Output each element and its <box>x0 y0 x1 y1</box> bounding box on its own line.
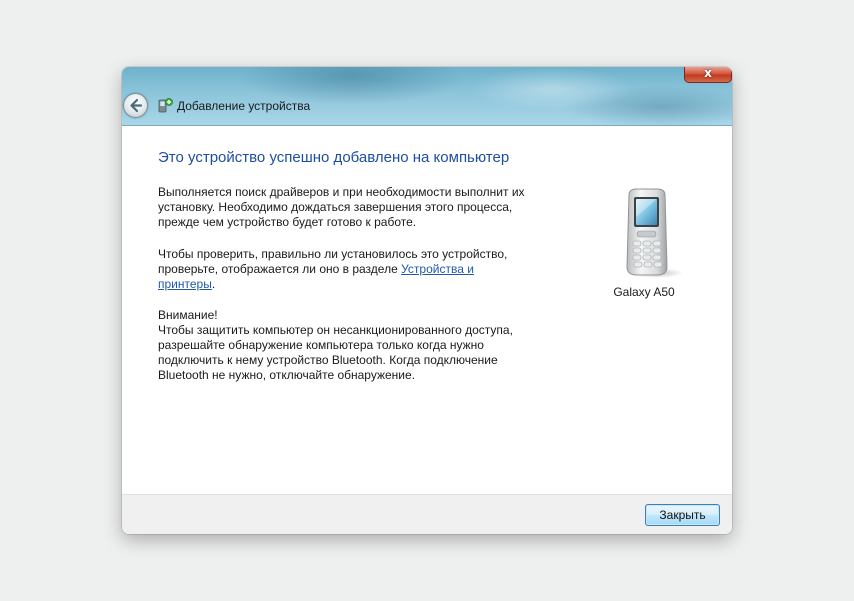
mobile-phone-icon <box>626 188 683 278</box>
paragraph-line: проверьте, отображается ли оно в разделе… <box>158 262 538 277</box>
paragraph-line: принтеры. <box>158 277 538 292</box>
paragraph-line: подключить к нему устройство Bluetooth. … <box>158 353 498 367</box>
back-button[interactable] <box>123 93 148 118</box>
device-name-label: Galaxy A50 <box>613 285 675 299</box>
paragraph-line: разрешайте обнаружение компьютера только… <box>158 338 484 352</box>
warning-heading: Внимание! <box>158 308 218 322</box>
window-close-button[interactable]: x <box>684 67 732 83</box>
title-bar: x Добавление устройства <box>122 67 732 126</box>
paragraph-line: прежде чем устройство будет готово к раб… <box>158 215 417 229</box>
dialog-content: Это устройство успешно добавлено на комп… <box>122 126 732 494</box>
driver-install-paragraph: Выполняется поиск драйверов и при необхо… <box>158 185 538 230</box>
success-headline: Это устройство успешно добавлено на комп… <box>158 149 510 166</box>
back-arrow-icon <box>130 98 143 113</box>
security-warning-paragraph: Внимание! Чтобы защитить компьютер он не… <box>158 308 538 383</box>
dialog-footer: Закрыть <box>122 494 732 534</box>
paragraph-text: . <box>211 277 216 291</box>
paragraph-line: Чтобы защитить компьютер он несанкционир… <box>158 323 513 337</box>
paragraph-line: установку. Необходимо дождаться завершен… <box>158 200 513 214</box>
devices-and-printers-link[interactable]: Устройства и <box>401 262 474 276</box>
dialog-title: Добавление устройства <box>177 99 311 113</box>
paragraph-line: Bluetooth не нужно, отключайте обнаружен… <box>158 368 416 382</box>
devices-and-printers-link-continued[interactable]: принтеры <box>158 277 212 291</box>
add-device-icon <box>158 98 173 113</box>
paragraph-line: Чтобы проверить, правильно ли установило… <box>158 247 508 261</box>
close-button[interactable]: Закрыть <box>645 504 720 526</box>
paragraph-line: Выполняется поиск драйверов и при необхо… <box>158 185 525 199</box>
verify-device-paragraph: Чтобы проверить, правильно ли установило… <box>158 247 538 292</box>
add-device-dialog: x Добавление устройства Это устройство у… <box>122 67 732 534</box>
paragraph-text: проверьте, отображается ли оно в разделе <box>158 262 402 276</box>
